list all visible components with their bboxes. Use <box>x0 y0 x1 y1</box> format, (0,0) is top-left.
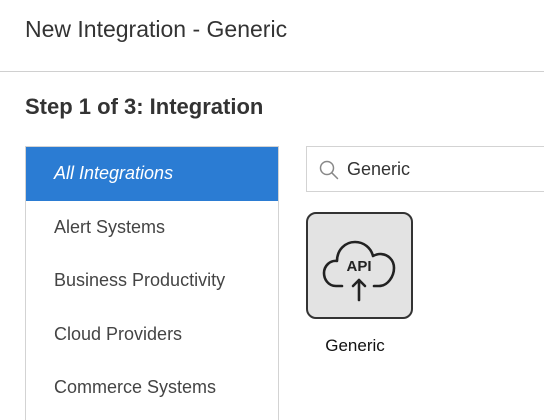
api-icon-text: API <box>346 258 371 275</box>
category-item-business-productivity[interactable]: Business Productivity <box>26 254 278 308</box>
category-item-commerce-systems[interactable]: Commerce Systems <box>26 361 278 415</box>
page-title: New Integration - Generic <box>25 16 288 42</box>
category-item-alert-systems[interactable]: Alert Systems <box>26 201 278 255</box>
integration-tile-label[interactable]: Generic <box>306 336 404 356</box>
category-item-all-integrations[interactable]: All Integrations <box>26 147 278 201</box>
cloud-upload-api-icon: API <box>322 240 396 302</box>
step-title: Step 1 of 3: Integration <box>25 94 264 119</box>
search-input[interactable] <box>347 147 544 191</box>
page-header: New Integration - Generic <box>0 0 544 72</box>
category-list: All Integrations Alert Systems Business … <box>25 146 279 420</box>
search-icon <box>319 160 339 180</box>
integration-tile-generic[interactable]: API <box>306 212 413 319</box>
category-item-cloud-providers[interactable]: Cloud Providers <box>26 308 278 362</box>
search-box[interactable] <box>306 146 544 192</box>
